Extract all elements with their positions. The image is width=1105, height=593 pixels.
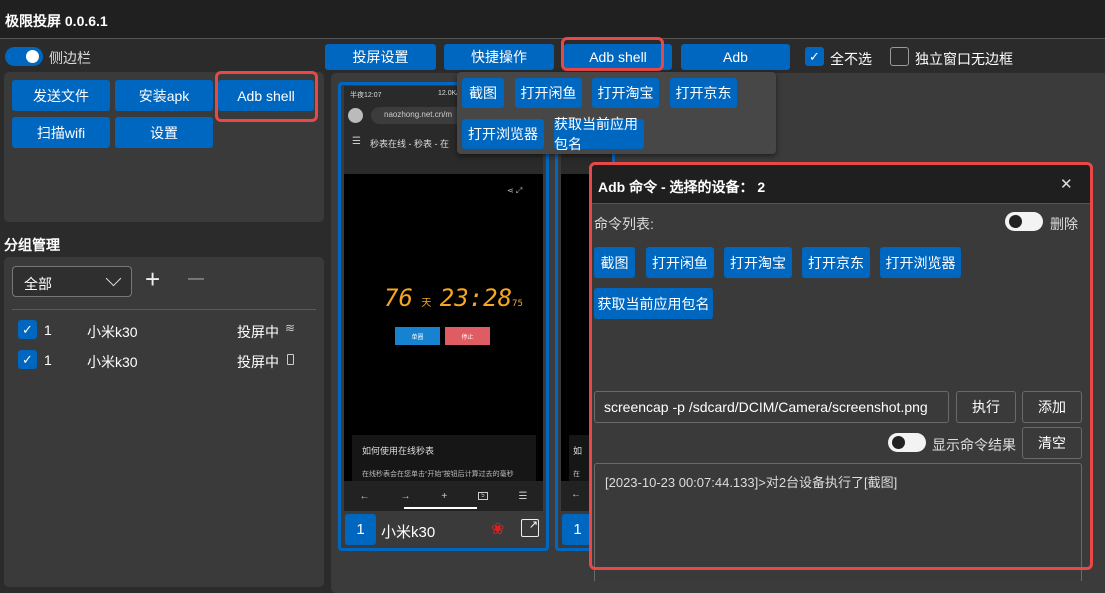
card-badge: 1 [345, 514, 376, 545]
command-list-label: 命令列表: [594, 214, 654, 234]
device-name: 小米k30 [87, 322, 138, 342]
execute-button[interactable]: 执行 [956, 391, 1016, 423]
usb-icon [287, 354, 294, 365]
group-select[interactable]: 全部 [12, 266, 132, 297]
app-title: 极限投屏 0.0.6.1 [5, 11, 108, 31]
help-text: 在线秒表会在您单击“开始”按钮后计算过去的毫秒 [362, 469, 514, 479]
popup-item[interactable]: 打开京东 [670, 78, 737, 108]
add-group-button[interactable]: + [145, 264, 160, 295]
install-apk-button[interactable]: 安装apk [115, 80, 213, 111]
avatar [348, 108, 363, 123]
popup-item[interactable]: 截图 [462, 78, 504, 108]
command-button[interactable]: 打开浏览器 [880, 247, 961, 278]
stopwatch-ms: 75 [512, 299, 523, 309]
new-tab-icon[interactable]: + [441, 491, 447, 502]
stopwatch-days: 76 [384, 284, 413, 312]
divider [12, 309, 316, 310]
menu-icon[interactable]: ☰ [519, 491, 528, 502]
phone-page-title: 秒表在线 - 秒表 - 在 [370, 137, 449, 150]
group-panel [4, 257, 324, 587]
phone-share-icon: ⋖ ⤢ [507, 186, 522, 196]
stopwatch-day-unit: 天 [421, 298, 431, 309]
popup-item[interactable]: 打开淘宝 [592, 78, 659, 108]
close-icon[interactable]: ✕ [1060, 175, 1073, 193]
back-icon[interactable]: ← [359, 491, 369, 502]
dialog-title: Adb 命令 - 选择的设备： 2 [598, 177, 765, 197]
command-log[interactable]: [2023-10-23 00:07:44.133]>对2台设备执行了[截图] [594, 463, 1082, 581]
select-none-checkbox[interactable]: ✓ [805, 47, 824, 66]
menu-icon: ☰ [352, 136, 361, 147]
card-device-name: 小米k30 [381, 521, 435, 542]
clear-button[interactable]: 清空 [1022, 427, 1082, 459]
command-button[interactable]: 打开淘宝 [724, 247, 792, 278]
command-input[interactable] [594, 391, 949, 423]
help-text: 在 [573, 469, 580, 479]
adb-command-dialog: Adb 命令 - 选择的设备： 2 ✕ 命令列表: 删除 截图 打开闲鱼 打开淘… [590, 163, 1090, 581]
delete-toggle[interactable] [1005, 212, 1043, 231]
send-file-button[interactable]: 发送文件 [12, 80, 110, 111]
device-group-num: 1 [44, 322, 52, 338]
adb-button[interactable]: Adb [681, 44, 790, 70]
device-status: 投屏中 [237, 322, 279, 342]
sidebar-toggle-label: 侧边栏 [49, 48, 91, 68]
tabs-icon[interactable]: 5 [478, 492, 487, 500]
cast-settings-button[interactable]: 投屏设置 [325, 44, 436, 70]
command-button[interactable]: 打开京东 [802, 247, 870, 278]
show-result-toggle[interactable] [888, 433, 926, 452]
chevron-down-icon [106, 271, 122, 287]
popup-item[interactable]: 打开闲鱼 [515, 78, 582, 108]
popup-item[interactable]: 获取当前应用包名 [554, 119, 644, 149]
device-group-num: 1 [44, 352, 52, 368]
log-entry: [2023-10-23 00:07:44.133]>对2台设备执行了[截图] [605, 472, 897, 491]
command-button[interactable]: 打开闲鱼 [646, 247, 714, 278]
command-button[interactable]: 截图 [594, 247, 635, 278]
popup-item[interactable]: 打开浏览器 [462, 119, 544, 149]
adb-shell-toolbar-button[interactable]: Adb shell [564, 44, 672, 70]
quick-actions-button[interactable]: 快捷操作 [444, 44, 554, 70]
title-bar: 极限投屏 0.0.6.1 [0, 0, 1105, 39]
device-status: 投屏中 [237, 352, 279, 372]
device-checkbox[interactable]: ✓ [18, 320, 37, 339]
stop-button[interactable]: 停止 [445, 327, 490, 345]
phone-url: naozhong.net.cn/m [384, 110, 452, 119]
stopwatch-time: 23:28 [440, 284, 512, 312]
borderless-label: 独立窗口无边框 [915, 49, 1013, 69]
group-title: 分组管理 [4, 235, 60, 255]
adb-shell-button[interactable]: Adb shell [218, 80, 314, 111]
command-button[interactable]: 获取当前应用包名 [594, 288, 713, 319]
device-checkbox[interactable]: ✓ [18, 350, 37, 369]
remove-group-button[interactable]: — [188, 270, 204, 288]
open-external-icon[interactable]: ↗ [521, 519, 539, 537]
dialog-title-bar: Adb 命令 - 选择的设备： 2 ✕ [590, 163, 1090, 204]
add-command-button[interactable]: 添加 [1022, 391, 1082, 423]
sidebar-toggle[interactable] [5, 47, 43, 66]
device-name: 小米k30 [87, 352, 138, 372]
settings-button[interactable]: 设置 [115, 117, 213, 148]
lap-button[interactable]: 单圈 [395, 327, 440, 345]
control-icon[interactable]: ❀ [491, 519, 504, 539]
show-result-label: 显示命令结果 [932, 435, 1016, 455]
help-title: 如何使用在线秒表 [362, 444, 434, 457]
wifi-icon: ≋ [285, 321, 295, 335]
group-select-value: 全部 [24, 274, 52, 294]
help-title: 如 [573, 444, 582, 457]
card-badge: 1 [562, 514, 593, 545]
delete-label: 删除 [1050, 214, 1078, 234]
forward-icon[interactable]: → [400, 491, 410, 502]
scan-wifi-button[interactable]: 扫描wifi [12, 117, 110, 148]
borderless-checkbox[interactable] [890, 47, 909, 66]
phone-status-time: 半夜12:07 [350, 90, 382, 100]
select-none-label: 全不选 [830, 49, 872, 69]
